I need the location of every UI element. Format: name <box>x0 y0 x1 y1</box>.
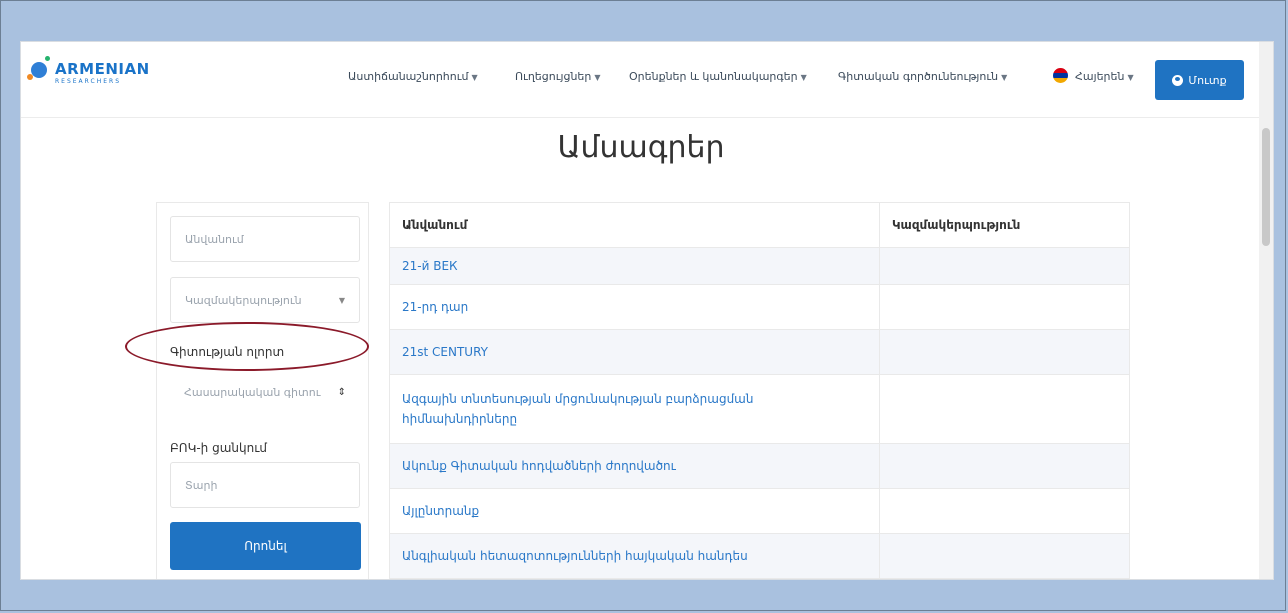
organization-cell <box>879 489 1129 533</box>
login-button[interactable]: Մուտք <box>1155 60 1244 100</box>
logo-dot-icon <box>45 56 50 61</box>
journal-link[interactable]: 21-րդ դար <box>390 285 879 329</box>
name-input-placeholder: Անվանում <box>185 232 244 246</box>
user-icon <box>1172 74 1184 86</box>
nav-item-research[interactable]: Գիտական գործունեություն ▼ <box>838 70 1007 83</box>
site-logo[interactable]: ARMENIAN RESEARCHERS <box>27 54 157 90</box>
table-header-row: Անվանում Կազմակերպություն <box>390 203 1129 247</box>
logo-subtitle: RESEARCHERS <box>55 78 122 85</box>
science-field-value: Հասարակական գիտու <box>184 385 321 399</box>
chevron-down-icon: ▼ <box>594 73 601 82</box>
organization-cell <box>879 330 1129 374</box>
page-title: Ամսագրեր <box>557 130 725 165</box>
language-label: Հայերեն <box>1075 70 1125 83</box>
year-placeholder: Տարի <box>185 478 218 492</box>
nav-item-label: Ուղեցույցներ <box>515 70 592 83</box>
logo-name: ARMENIAN <box>55 60 150 78</box>
journal-link[interactable]: Ազգային տնտեսության մրցունակության բարձր… <box>390 375 879 443</box>
chevron-down-icon: ▼ <box>1127 73 1134 82</box>
organization-cell <box>879 285 1129 329</box>
organization-cell <box>879 534 1129 578</box>
organization-cell <box>879 248 1129 284</box>
journal-link[interactable]: 21-й ВЕК <box>390 248 879 284</box>
journal-link[interactable]: Ակունք Գիտական հոդվածների ժողովածու <box>390 444 879 488</box>
search-button[interactable]: Որոնել <box>170 522 361 570</box>
journals-table: Անվանում Կազմակերպություն 21-й ВЕК 21-րդ… <box>389 202 1130 579</box>
chevron-down-icon: ▼ <box>800 73 807 82</box>
top-navbar: ARMENIAN RESEARCHERS Աստիճանաշնորհում ▼ Ո… <box>21 42 1261 118</box>
table-row: Ազգային տնտեսության մրցունակության բարձր… <box>390 374 1129 443</box>
organization-cell <box>879 444 1129 488</box>
bok-list-label: ԲՈԿ-ի ցանկում <box>170 441 268 455</box>
logo-dot-icon <box>27 74 33 80</box>
table-row: Անգլիական հետազոտությունների հայկական հա… <box>390 533 1129 578</box>
table-row: Ակունք Գիտական հոդվածների ժողովածու <box>390 443 1129 488</box>
logo-icon <box>31 62 47 78</box>
armenia-flag-icon[interactable] <box>1053 68 1068 83</box>
nav-item-label: Աստիճանաշնորհում <box>348 70 469 83</box>
table-row: Այլընտրանք <box>390 488 1129 533</box>
organization-select[interactable]: Կազմակերպություն ▼ <box>170 277 360 323</box>
nav-item-laws[interactable]: Օրենքներ և կանոնակարգեր ▼ <box>629 70 807 83</box>
page-scrollbar[interactable] <box>1259 42 1273 579</box>
chevron-down-icon: ▼ <box>1001 73 1008 82</box>
language-selector[interactable]: Հայերեն ▼ <box>1075 70 1134 83</box>
highlight-annotation-oval <box>125 322 369 371</box>
login-label: Մուտք <box>1188 73 1227 87</box>
nav-item-label: Գիտական գործունեություն <box>838 70 999 83</box>
scrollbar-thumb[interactable] <box>1262 128 1270 246</box>
journal-link[interactable]: Այլընտրանք <box>390 489 879 533</box>
nav-item-degrees[interactable]: Աստիճանաշնորհում ▼ <box>348 70 478 83</box>
table-row: 21st CENTURY <box>390 329 1129 374</box>
name-input[interactable]: Անվանում <box>170 216 360 262</box>
table-row: 21-րդ դար <box>390 284 1129 329</box>
chevron-down-icon: ▼ <box>471 73 478 82</box>
nav-item-guides[interactable]: Ուղեցույցներ ▼ <box>515 70 601 83</box>
column-header-organization: Կազմակերպություն <box>879 203 1129 247</box>
browser-page: ARMENIAN RESEARCHERS Աստիճանաշնորհում ▼ Ո… <box>20 41 1274 580</box>
organization-cell <box>879 375 1129 443</box>
filter-panel: Անվանում Կազմակերպություն ▼ Գիտության ոլո… <box>156 202 369 579</box>
column-header-name: Անվանում <box>402 218 468 232</box>
journal-link[interactable]: Անգլիական հետազոտությունների հայկական հա… <box>390 534 879 578</box>
science-field-select[interactable]: Հասարակական գիտու ⇕ <box>170 369 360 415</box>
table-row: 21-й ВЕК <box>390 247 1129 284</box>
sort-arrows-icon: ⇕ <box>337 386 346 398</box>
nav-item-label: Օրենքներ և կանոնակարգեր <box>629 70 798 83</box>
year-input[interactable]: Տարի <box>170 462 360 508</box>
journal-link[interactable]: 21st CENTURY <box>390 330 879 374</box>
chevron-down-icon: ▼ <box>338 295 345 305</box>
organization-placeholder: Կազմակերպություն <box>185 293 302 307</box>
